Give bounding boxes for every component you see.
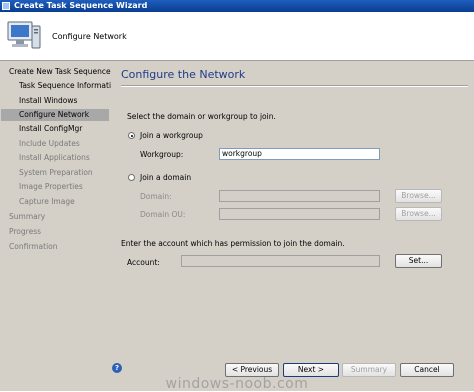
join-domain-radio[interactable] xyxy=(128,174,135,181)
workgroup-label: Workgroup: xyxy=(140,150,184,159)
wizard-page: Configure the Network Select the domain … xyxy=(111,61,474,356)
domain-label: Domain: xyxy=(140,192,172,201)
title-bar: Create Task Sequence Wizard xyxy=(0,0,474,12)
nav-item-install-configmgr[interactable]: Install ConfigMgr xyxy=(19,123,82,135)
nav-item-install-applications: Install Applications xyxy=(19,153,90,162)
workgroup-input[interactable]: workgroup xyxy=(219,148,380,160)
nav-item-system-preparation: System Preparation xyxy=(19,168,93,177)
header-subtitle: Configure Network xyxy=(52,32,127,41)
join-workgroup-label[interactable]: Join a workgroup xyxy=(140,131,203,140)
domain-ou-label: Domain OU: xyxy=(140,210,186,219)
account-instruction: Enter the account which has permission t… xyxy=(121,239,345,248)
nav-item-task-sequence-information[interactable]: Task Sequence Information xyxy=(19,80,120,92)
domain-browse-button: Browse... xyxy=(395,189,442,203)
domain-ou-input xyxy=(219,208,380,220)
previous-button[interactable]: < Previous xyxy=(225,363,279,377)
cancel-button[interactable]: Cancel xyxy=(400,363,454,377)
nav-item-summary: Summary xyxy=(9,212,46,221)
domain-input xyxy=(219,190,380,202)
account-label: Account: xyxy=(127,258,160,267)
nav-item-confirmation: Confirmation xyxy=(9,242,58,251)
computer-icon xyxy=(7,21,41,49)
nav-item-capture-image: Capture Image xyxy=(19,197,75,206)
set-account-button[interactable]: Set... xyxy=(395,254,442,268)
nav-item-configure-network[interactable]: Configure Network xyxy=(1,109,109,121)
account-input xyxy=(181,255,380,267)
nav-item-progress: Progress xyxy=(9,227,42,236)
wizard-header: Configure Network xyxy=(0,12,474,61)
join-instruction: Select the domain or workgroup to join. xyxy=(127,112,276,121)
help-icon[interactable]: ? xyxy=(112,363,122,373)
nav-item-install-windows[interactable]: Install Windows xyxy=(19,95,77,107)
watermark: windows-noob.com xyxy=(165,376,309,392)
domain-ou-browse-button: Browse... xyxy=(395,207,442,221)
page-title: Configure the Network xyxy=(121,68,246,81)
window-title: Create Task Sequence Wizard xyxy=(14,1,148,10)
nav-item-create-new-task-sequence[interactable]: Create New Task Sequence xyxy=(9,66,111,78)
nav-item-image-properties: Image Properties xyxy=(19,182,83,191)
nav-item-include-updates: Include Updates xyxy=(19,139,80,148)
title-divider xyxy=(121,85,468,87)
wizard-window: Create Task Sequence Wizard Configure Ne… xyxy=(0,0,474,392)
join-domain-label[interactable]: Join a domain xyxy=(140,173,191,182)
summary-button: Summary xyxy=(342,363,396,377)
next-button[interactable]: Next > xyxy=(283,363,339,377)
join-workgroup-radio[interactable] xyxy=(128,132,135,139)
wizard-nav: Create New Task Sequence Task Sequence I… xyxy=(0,61,120,391)
app-icon xyxy=(2,2,10,10)
